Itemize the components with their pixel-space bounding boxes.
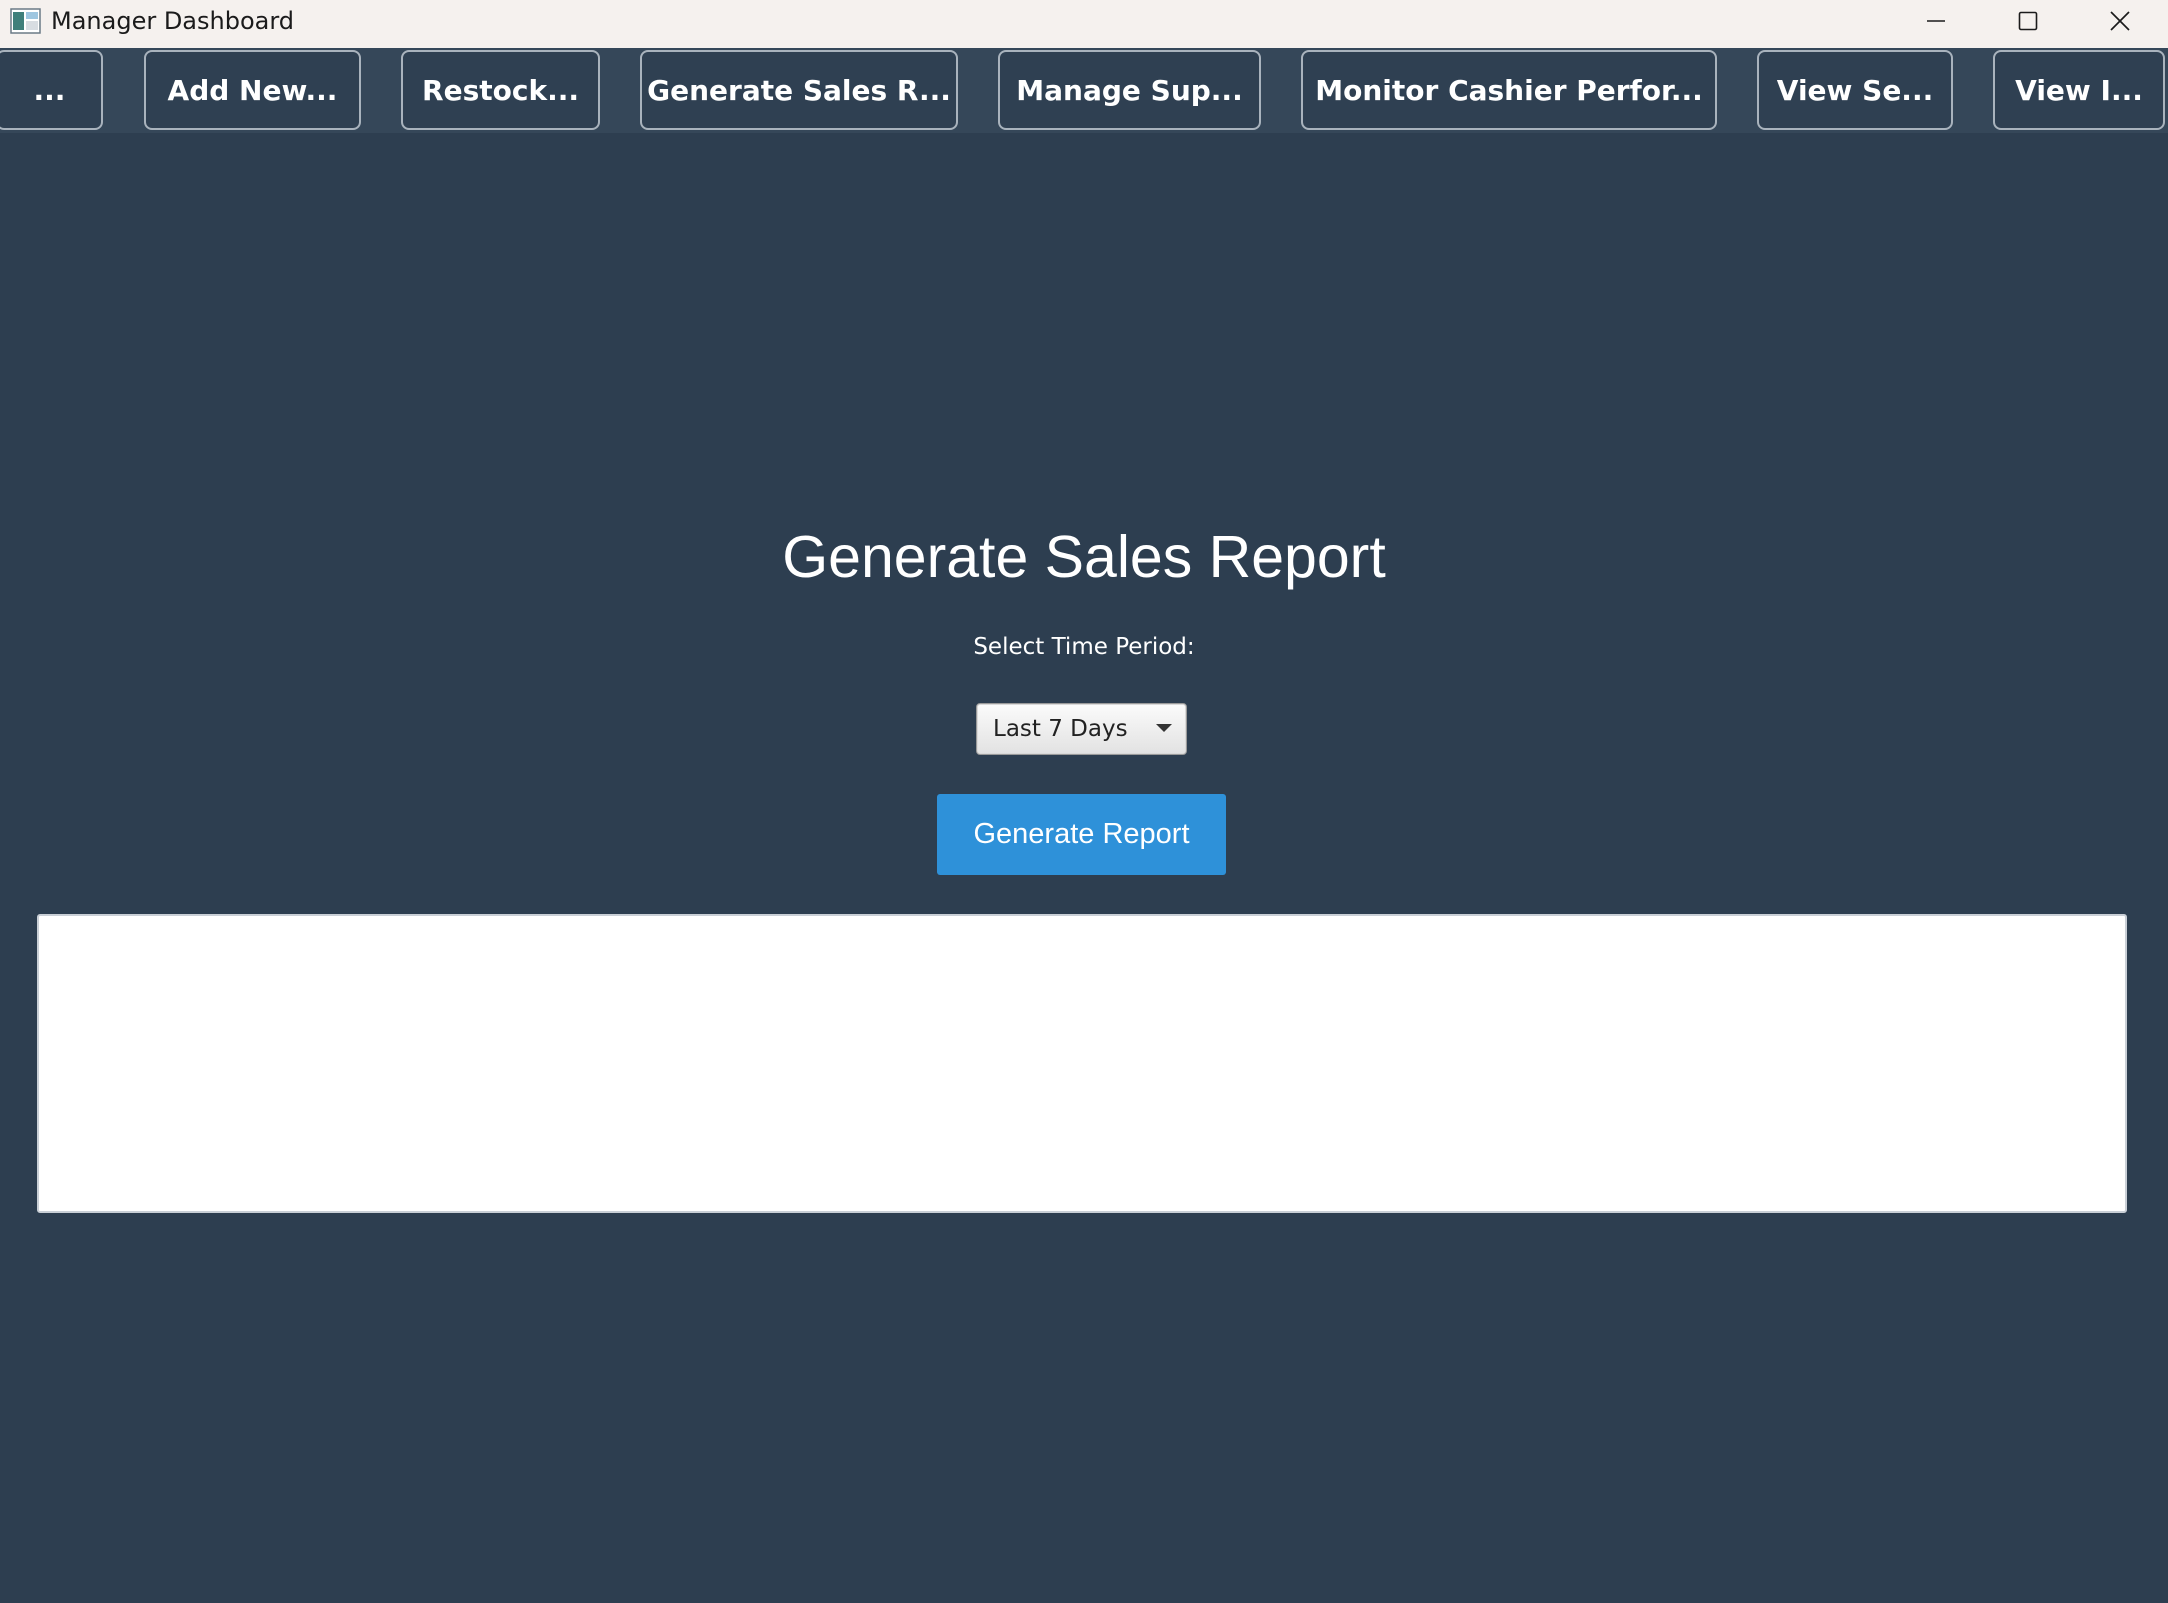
nav-button-view-inventory[interactable]: View I... <box>1993 50 2165 130</box>
minimize-icon <box>1927 20 1945 22</box>
app-icon <box>10 8 41 34</box>
nav-button-view-sales[interactable]: View Se... <box>1757 50 1953 130</box>
window-title-bar: Manager Dashboard <box>0 0 2168 48</box>
time-period-selected-value: Last 7 Days <box>993 716 1128 742</box>
page-title: Generate Sales Report <box>782 524 1386 590</box>
nav-button-monitor-cashier-performance[interactable]: Monitor Cashier Perfor... <box>1301 50 1717 130</box>
minimize-button[interactable] <box>1890 0 1982 42</box>
window-title: Manager Dashboard <box>51 7 295 35</box>
maximize-icon <box>2018 11 2038 31</box>
report-output-area[interactable] <box>37 914 2127 1213</box>
nav-button-manage-suppliers[interactable]: Manage Sup... <box>998 50 1261 130</box>
close-icon <box>2110 11 2130 31</box>
nav-toolbar: ... Add New... Restock... Generate Sales… <box>0 48 2168 133</box>
nav-button-more[interactable]: ... <box>0 50 103 130</box>
nav-button-add-new[interactable]: Add New... <box>144 50 361 130</box>
chevron-down-icon <box>1156 724 1172 732</box>
nav-button-generate-sales-report[interactable]: Generate Sales R... <box>640 50 958 130</box>
time-period-label: Select Time Period: <box>973 634 1195 660</box>
maximize-button[interactable] <box>1982 0 2074 42</box>
nav-button-restock[interactable]: Restock... <box>401 50 600 130</box>
generate-report-button[interactable]: Generate Report <box>937 794 1226 875</box>
time-period-select[interactable]: Last 7 Days <box>976 703 1187 755</box>
close-button[interactable] <box>2074 0 2166 42</box>
